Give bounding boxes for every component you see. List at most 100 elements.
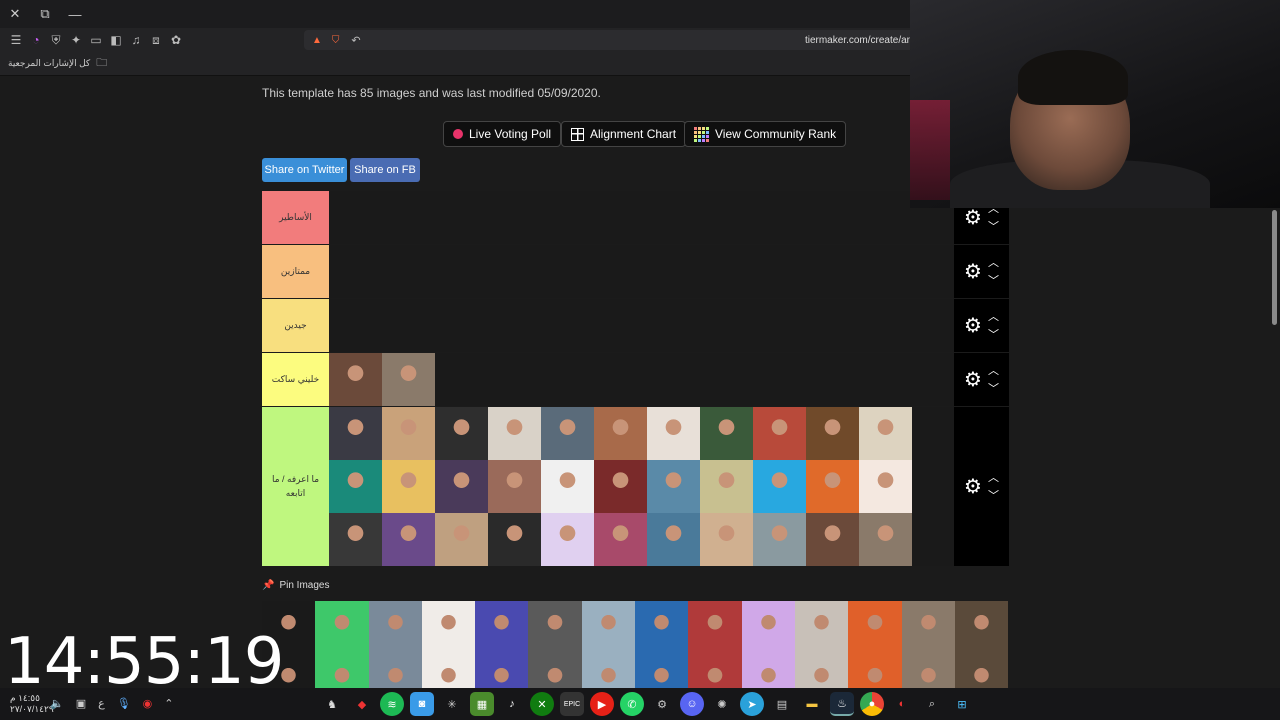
opera-gx-taskbar-icon[interactable]: ◐ (890, 692, 914, 716)
chevron-up-icon[interactable]: ︿ (988, 308, 999, 326)
pin-image[interactable] (794, 654, 849, 688)
tier-image[interactable] (647, 460, 700, 513)
pin-image[interactable] (741, 601, 795, 654)
app-red-icon[interactable]: ◆ (350, 692, 374, 716)
pin-image[interactable] (528, 601, 582, 654)
pin-image[interactable] (954, 601, 1009, 654)
tier-items[interactable] (329, 245, 954, 298)
chevron-down-icon[interactable]: ﹀ (988, 272, 999, 290)
epic-games-icon[interactable]: EPIC (560, 692, 584, 716)
gear-icon[interactable]: ⚙ (964, 316, 982, 336)
chevron-down-icon[interactable]: ﹀ (988, 380, 999, 398)
pin-image[interactable] (315, 654, 369, 688)
chrome-icon[interactable]: ● (860, 692, 884, 716)
tier-image[interactable] (700, 513, 753, 566)
tier-items[interactable] (329, 299, 954, 352)
pin-image[interactable] (581, 601, 636, 654)
pin-image[interactable] (848, 654, 902, 688)
tier-label[interactable]: ممتازين (262, 245, 329, 298)
pin-image[interactable] (581, 654, 636, 688)
chevron-down-icon[interactable]: ﹀ (988, 326, 999, 344)
gear-icon[interactable]: ⚙ (964, 262, 982, 282)
pin-image[interactable] (368, 601, 422, 654)
chevron-up-icon[interactable]: ︿ (988, 254, 999, 272)
pin-icon[interactable]: ✦ (66, 30, 86, 50)
volume-icon[interactable]: 🔈 (50, 697, 64, 710)
menu-icon[interactable]: ☰ (6, 30, 26, 50)
gear-icon[interactable]: ⚙ (964, 208, 982, 228)
page-scrollbar[interactable] (1270, 208, 1280, 688)
pin-image[interactable] (475, 601, 529, 654)
live-voting-poll-button[interactable]: Live Voting Poll (443, 121, 562, 147)
discord-icon[interactable]: ☺ (680, 692, 704, 716)
tier-label[interactable]: ما اعرفه / ما اتابعه (262, 407, 329, 566)
tier-image[interactable] (753, 407, 806, 460)
pin-image[interactable] (901, 601, 955, 654)
tier-image[interactable] (329, 513, 382, 566)
chevron-up-icon[interactable]: ⌃ (164, 697, 173, 710)
reload-icon[interactable]: ↶ (351, 34, 360, 47)
share-twitter-button[interactable]: Share on Twitter (262, 158, 347, 182)
tier-image[interactable] (700, 407, 753, 460)
search-icon[interactable]: ⌕ (920, 692, 944, 716)
shield-icon[interactable]: ⛨ (46, 30, 66, 50)
brave-icon[interactable]: ▲ (312, 35, 322, 46)
tier-image[interactable] (594, 513, 647, 566)
minimize-window-button[interactable]: — (60, 0, 90, 28)
tier-image[interactable] (382, 353, 435, 406)
app-blue-icon[interactable]: ◙ (410, 692, 434, 716)
tier-image[interactable] (329, 407, 382, 460)
tier-image[interactable] (541, 407, 594, 460)
alignment-chart-button[interactable]: Alignment Chart (561, 121, 687, 147)
shields-icon[interactable]: ⛉ (332, 35, 340, 46)
opera-gx-icon[interactable]: ◔ (26, 30, 46, 50)
tray-clock[interactable]: ١٤:٥٥ م ٢٧/٠٧/١٤٢٩ (10, 693, 54, 715)
tier-image[interactable] (647, 407, 700, 460)
telegram-icon[interactable]: ➤ (740, 692, 764, 716)
settings-icon[interactable]: ✺ (710, 692, 734, 716)
tray-app-icon[interactable]: ◉ (143, 697, 153, 710)
pin-image[interactable] (901, 654, 955, 688)
chevron-down-icon[interactable]: ﹀ (988, 487, 999, 505)
app-snowflake-icon[interactable]: ✳ (440, 692, 464, 716)
pin-image[interactable] (475, 654, 529, 688)
pin-image[interactable] (794, 601, 849, 654)
xbox-icon[interactable]: ✕ (530, 692, 554, 716)
tier-image[interactable] (647, 513, 700, 566)
windows-start-icon[interactable]: ⊞ (950, 692, 974, 716)
file-explorer-icon[interactable]: ▬ (800, 692, 824, 716)
pin-image[interactable] (635, 654, 689, 688)
tier-label[interactable]: جيدين (262, 299, 329, 352)
tier-image[interactable] (806, 407, 859, 460)
language-indicator[interactable]: ع (98, 697, 105, 710)
chevron-down-icon[interactable]: ﹀ (988, 218, 999, 236)
tier-label[interactable]: الأساطير (262, 191, 329, 244)
whatsapp-icon[interactable]: ✆ (620, 692, 644, 716)
tier-image[interactable] (594, 407, 647, 460)
tier-image[interactable] (488, 407, 541, 460)
tier-image[interactable] (488, 460, 541, 513)
microphone-icon[interactable]: 🎙 (117, 697, 131, 710)
restore-window-button[interactable]: ⧉ (30, 0, 60, 28)
tier-image[interactable] (541, 513, 594, 566)
spotify-icon[interactable]: ≋ (380, 692, 404, 716)
store-icon[interactable]: ▤ (770, 692, 794, 716)
tier-image[interactable] (435, 407, 488, 460)
wallet-icon[interactable]: ▭ (86, 30, 106, 50)
pin-image[interactable] (315, 601, 369, 654)
view-community-rank-button[interactable]: View Community Rank (684, 121, 847, 147)
tiktok-icon[interactable]: ♪ (500, 692, 524, 716)
music-icon[interactable]: ♫ (126, 30, 146, 50)
tier-image[interactable] (382, 407, 435, 460)
tier-image[interactable] (541, 460, 594, 513)
address-bar[interactable]: ▲ ⛉ ↶ tiermaker.com/create/ar (304, 30, 910, 50)
tier-image[interactable] (806, 513, 859, 566)
chevron-up-icon[interactable]: ︿ (988, 362, 999, 380)
tier-image[interactable] (329, 460, 382, 513)
tier-items[interactable] (329, 191, 954, 244)
share-fb-button[interactable]: Share on FB (350, 158, 420, 182)
pin-image[interactable] (688, 601, 742, 654)
pin-image[interactable] (688, 654, 742, 688)
pin-image[interactable] (421, 601, 476, 654)
pin-image[interactable] (848, 601, 902, 654)
